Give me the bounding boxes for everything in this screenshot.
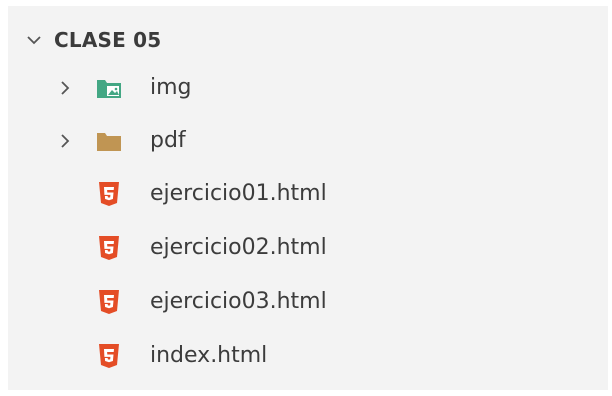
html5-icon <box>96 343 122 369</box>
tree-item-file-index[interactable]: index.html <box>8 336 608 376</box>
tree-item-file-ejercicio02[interactable]: ejercicio02.html <box>8 228 608 268</box>
section-header-clase-05[interactable]: CLASE 05 <box>24 24 161 56</box>
tree-item-pdf-folder[interactable]: pdf <box>8 121 608 161</box>
tree-item-file-ejercicio01[interactable]: ejercicio01.html <box>8 174 608 214</box>
tree-item-label: pdf <box>150 128 186 153</box>
folder-icon <box>96 128 122 154</box>
tree-item-label: index.html <box>150 343 268 368</box>
tree-item-label: ejercicio01.html <box>150 181 327 206</box>
explorer-panel: CLASE 05 img pdf ejercicio01.html ejerci… <box>8 6 608 390</box>
section-title: CLASE 05 <box>54 28 162 52</box>
chevron-right-icon[interactable] <box>56 77 74 99</box>
html5-icon <box>96 181 122 207</box>
folder-images-icon <box>96 75 122 101</box>
tree-item-label: img <box>150 75 192 100</box>
tree-item-label: ejercicio03.html <box>150 289 327 314</box>
html5-icon <box>96 289 122 315</box>
tree-item-file-ejercicio03[interactable]: ejercicio03.html <box>8 282 608 322</box>
chevron-down-icon[interactable] <box>24 30 44 50</box>
tree-item-img-folder[interactable]: img <box>8 68 608 108</box>
chevron-right-icon[interactable] <box>56 130 74 152</box>
tree-item-label: ejercicio02.html <box>150 235 327 260</box>
html5-icon <box>96 235 122 261</box>
